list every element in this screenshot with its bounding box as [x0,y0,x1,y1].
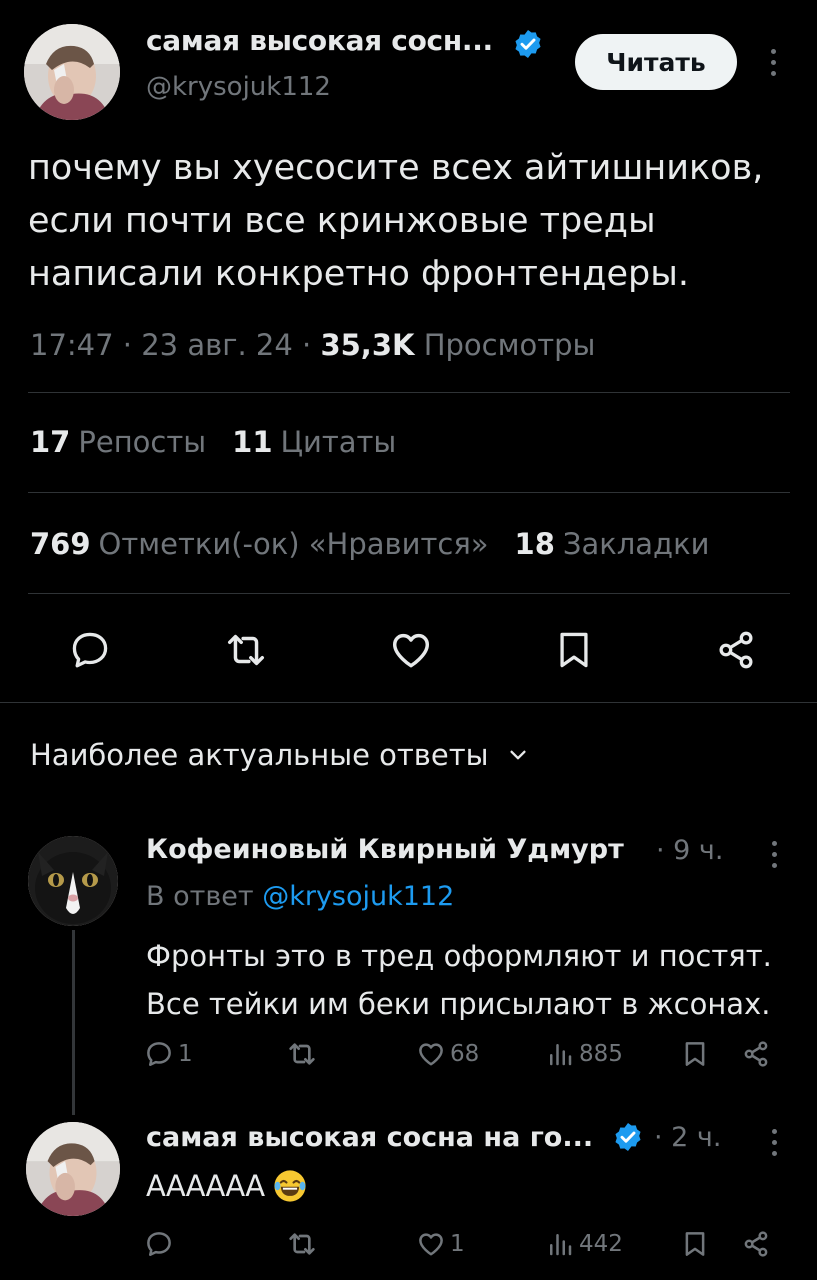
reply-action[interactable] [144,1229,178,1259]
bookmarks-count: 18 [514,527,555,561]
tweet-date[interactable]: 23 авг. 24 [141,328,293,362]
reply-count: 1 [178,1041,193,1067]
reply-text: АААААА [146,1162,806,1210]
reposts-label: Репосты [78,425,207,459]
bookmark-icon[interactable] [680,1229,710,1259]
share-icon[interactable] [708,622,764,678]
repost-quote-stats: 17 Репосты 11 Цитаты [30,425,396,459]
like-icon [416,1039,446,1069]
reply-action[interactable]: 1 [144,1039,193,1069]
reply-icon [144,1039,174,1069]
more-icon[interactable] [764,834,784,874]
quotes-label: Цитаты [280,425,397,459]
reply-author-name[interactable]: Кофеиновый Квирный Удмурт [146,834,624,865]
like-bookmark-stats: 769 Отметки(-ок) «Нравится» 18 Закладки [30,527,709,561]
bookmarks-label: Закладки [562,527,710,561]
likes-count: 769 [30,527,91,561]
time-separator: · [656,835,674,866]
author-avatar[interactable] [24,24,120,120]
time-separator: · [654,1122,672,1153]
reply-text-content: АААААА [146,1169,266,1203]
divider [28,593,790,594]
reply-icon[interactable] [62,622,118,678]
like-action[interactable]: 68 [416,1039,479,1069]
views-label: Просмотры [423,328,596,362]
reply-avatar[interactable] [26,1122,120,1216]
views-count: 442 [579,1231,623,1257]
reply-time-value: 2 ч. [671,1122,722,1153]
views-count: 885 [579,1041,623,1067]
reply-to-handle[interactable]: @krysojuk112 [262,881,454,912]
quotes-stat[interactable]: 11 Цитаты [232,425,396,459]
views-action[interactable]: 442 [545,1229,623,1259]
views-count: 35,3K [320,328,415,362]
like-icon [416,1229,446,1259]
retweet-icon [286,1038,318,1070]
retweet-icon [286,1228,318,1260]
reply-text: Фронты это в тред оформляют и постят. Вс… [146,939,772,1021]
thread-line [72,930,75,1115]
quotes-count: 11 [232,425,273,459]
views-action[interactable]: 885 [545,1039,623,1069]
tweet-action-bar [0,622,817,678]
share-icon[interactable] [741,1039,771,1069]
tweet-meta: 17:47 · 23 авг. 24 · 35,3K Просмотры [30,328,596,362]
reply-avatar[interactable] [28,836,118,926]
tweet-text: почему вы хуесосите всех айтишников, есл… [28,148,764,294]
reply-time[interactable]: · 9 ч. [656,835,723,866]
verified-icon [512,28,544,60]
likes-label: Отметки(-ок) «Нравится» [98,527,489,561]
bookmark-icon[interactable] [680,1039,710,1069]
views-icon [545,1229,575,1259]
views-icon [545,1039,575,1069]
retweet-icon[interactable] [218,622,274,678]
like-count: 1 [450,1231,465,1257]
bookmarks-stat[interactable]: 18 Закладки [515,527,710,561]
like-icon[interactable] [383,622,439,678]
laughing-emoji-icon [273,1169,307,1203]
reposts-stat[interactable]: 17 Репосты [30,425,206,459]
tweet-time[interactable]: 17:47 [30,328,114,362]
replies-sort-toggle[interactable]: Наиболее актуальные ответы [30,738,529,772]
author-name[interactable]: самая высокая сосн... [146,24,493,57]
divider [28,492,790,493]
divider [28,392,790,393]
reply-to: В ответ @krysojuk112 [146,881,454,912]
replies-section-title: Наиболее актуальные ответы [30,738,489,772]
reply-author-name[interactable]: самая высокая сосна на го... [146,1122,593,1153]
verified-icon [612,1121,644,1153]
retweet-action[interactable] [286,1228,318,1260]
retweet-action[interactable] [286,1038,318,1070]
follow-button[interactable]: Читать [575,34,737,90]
more-icon[interactable] [763,42,783,82]
like-count: 68 [450,1041,480,1067]
reply-to-label: В ответ [146,881,254,912]
chevron-down-icon [507,744,529,766]
reply-icon [144,1229,174,1259]
share-icon[interactable] [741,1229,771,1259]
reposts-count: 17 [30,425,71,459]
section-divider [0,702,817,703]
author-handle[interactable]: @krysojuk112 [146,72,331,102]
likes-stat[interactable]: 769 Отметки(-ок) «Нравится» [30,527,489,561]
more-icon[interactable] [764,1122,784,1162]
reply-time[interactable]: · 2 ч. [654,1122,721,1153]
reply-time-value: 9 ч. [673,835,724,866]
bookmark-icon[interactable] [546,622,602,678]
like-action[interactable]: 1 [416,1229,465,1259]
